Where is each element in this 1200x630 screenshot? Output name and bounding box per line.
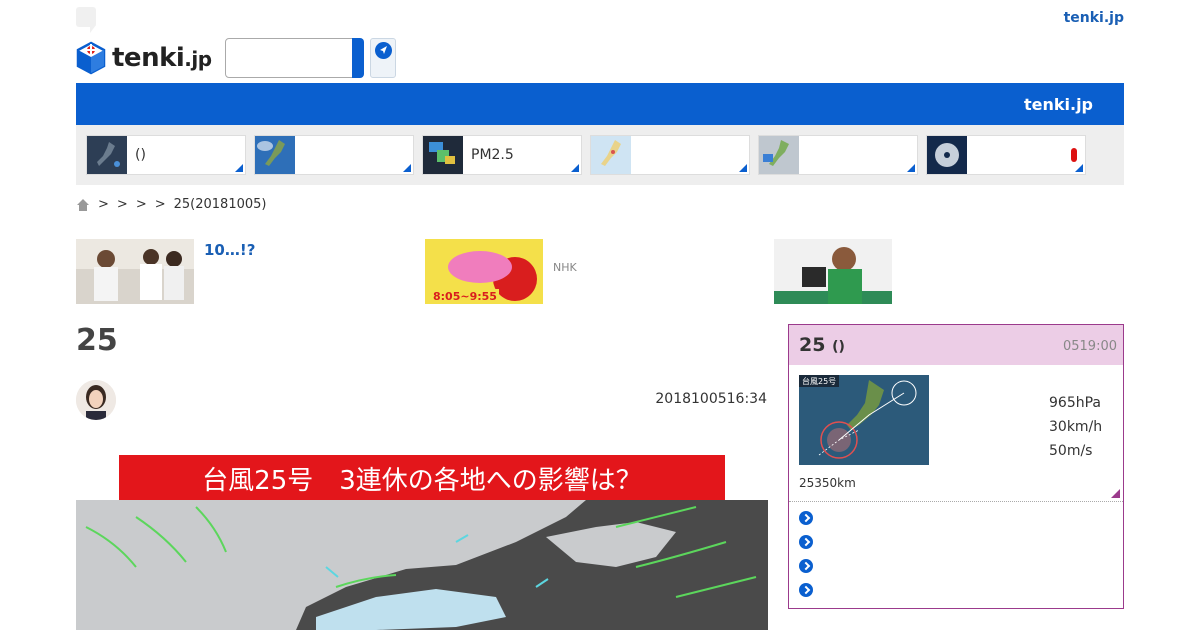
breadcrumb-current: 25(20181005)	[173, 197, 267, 212]
typhoon-satellite-thumb-icon	[927, 136, 967, 174]
typhoon-map-label: 台風25号	[802, 376, 836, 386]
promo-note: NHK	[553, 261, 577, 274]
link-arrow-icon[interactable]	[799, 535, 813, 549]
global-nav-label[interactable]: tenki.jp	[1024, 95, 1093, 114]
typhoon-panel-time: 0519:00	[1062, 339, 1117, 354]
typhoon-links	[799, 511, 813, 607]
logo-cube-icon	[76, 41, 106, 75]
typhoon-panel-title: 25 ()	[799, 334, 845, 356]
author-avatar[interactable]	[76, 380, 116, 420]
japan-map-thumb-icon	[591, 136, 631, 174]
promo-item[interactable]	[774, 239, 1104, 304]
link-arrow-icon[interactable]	[799, 511, 813, 525]
promo-tv-banner: 8:05~9:55	[425, 239, 543, 304]
tile-map[interactable]	[590, 135, 750, 175]
tile-radar[interactable]: ()	[86, 135, 246, 175]
panel-corner-icon	[1111, 489, 1120, 498]
search-input[interactable]	[225, 38, 353, 78]
breadcrumb-separator: >	[154, 197, 166, 212]
typhoon-distance: 25350km	[799, 476, 856, 490]
typhoon-panel-header: 25 () 0519:00	[789, 325, 1123, 365]
tile-corner-icon	[403, 164, 411, 172]
search-button[interactable]	[352, 38, 364, 78]
site-logo[interactable]: tenki.jp	[76, 40, 212, 76]
home-icon[interactable]	[76, 198, 90, 212]
japan-radar-thumb-icon	[87, 136, 127, 174]
pm25-map-thumb-icon	[423, 136, 463, 174]
typhoon-pressure: 965hPa	[1049, 395, 1101, 411]
article-datetime: 2018100516:34	[655, 391, 767, 407]
rain-radar-thumb-icon	[759, 136, 799, 174]
tile-corner-icon	[571, 164, 579, 172]
typhoon-speed: 30km/h	[1049, 419, 1103, 435]
promo-photo-woman	[774, 239, 892, 304]
breadcrumb-separator: >	[98, 197, 109, 212]
tile-pm25[interactable]: PM2.5	[422, 135, 582, 175]
tile-satellite[interactable]	[254, 135, 414, 175]
speech-bubble-icon	[76, 7, 96, 33]
typhoon-stats: 965hPa 30km/h 50m/s	[1049, 391, 1102, 463]
tile-corner-icon	[907, 164, 915, 172]
tile-corner-icon	[739, 164, 747, 172]
tile-label: PM2.5	[471, 147, 514, 163]
tile-corner-icon	[235, 164, 243, 172]
global-nav-bar: tenki.jp	[76, 83, 1124, 125]
tile-typhoon[interactable]	[926, 135, 1086, 175]
link-arrow-icon[interactable]	[799, 583, 813, 597]
logo-wordmark: tenki.jp	[112, 43, 212, 73]
promo-item[interactable]: 8:05~9:55 NHK	[425, 239, 755, 304]
location-arrow-icon	[375, 42, 392, 59]
tile-rain[interactable]	[758, 135, 918, 175]
typhoon-info-panel[interactable]: 25 () 0519:00 台風25号 965hPa 30km/h 50m/s …	[788, 324, 1124, 609]
japan-satellite-thumb-icon	[255, 136, 295, 174]
promo-title[interactable]: 10…!?	[204, 241, 255, 259]
panel-divider	[789, 501, 1123, 502]
current-location-button[interactable]	[370, 38, 396, 78]
map-tile-bar: () PM2.5	[76, 125, 1124, 185]
link-arrow-icon[interactable]	[799, 559, 813, 573]
typhoon-gust: 50m/s	[1049, 443, 1093, 459]
breadcrumb-separator: >	[135, 197, 147, 212]
hero-caption: 台風25号 3連休の各地への影響は？	[202, 466, 642, 496]
hero-image: 台風25号 3連休の各地への影響は？	[76, 447, 768, 630]
tile-corner-icon	[1075, 164, 1083, 172]
typhoon-track-map[interactable]: 台風25号	[799, 375, 929, 465]
svg-text:8:05~9:55: 8:05~9:55	[433, 290, 497, 303]
promo-photo-people	[76, 239, 194, 304]
promo-item[interactable]: 10…!?	[76, 239, 406, 304]
top-site-link[interactable]: tenki.jp	[1064, 10, 1124, 26]
tile-label: ()	[135, 147, 146, 163]
breadcrumb: > > > > 25(20181005)	[76, 197, 266, 212]
page-title: 25	[76, 323, 118, 358]
alert-marker-icon	[1071, 148, 1077, 162]
breadcrumb-separator: >	[116, 197, 128, 212]
